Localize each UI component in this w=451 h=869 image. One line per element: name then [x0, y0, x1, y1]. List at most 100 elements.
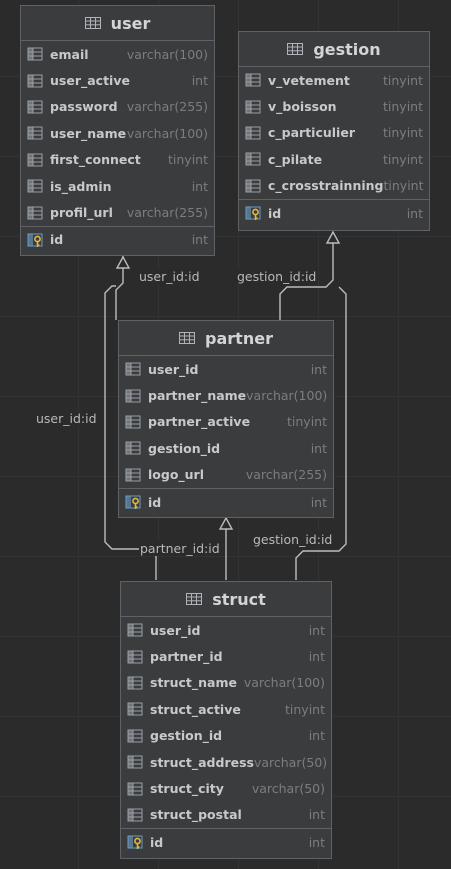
column-icon [125, 362, 141, 376]
column-icon [127, 676, 143, 690]
column-row[interactable]: c_crosstrainning tinyint [239, 173, 429, 199]
column-name: user_name [50, 125, 127, 141]
column-type: varchar(255) [126, 205, 208, 221]
primary-key-icon [27, 233, 43, 247]
column-type: varchar(50) [253, 754, 328, 770]
column-icon [127, 650, 143, 664]
table-icon [287, 43, 304, 55]
arrowhead-gestion [325, 230, 341, 244]
entity-struct[interactable]: struct user_id int partner_id int struct… [120, 581, 332, 859]
column-icon [27, 74, 43, 88]
column-row[interactable]: v_vetement tinyint [239, 67, 429, 93]
column-type: int [310, 361, 327, 377]
primary-key-row[interactable]: id int [21, 225, 214, 253]
column-name: id [150, 834, 164, 850]
column-name: partner_id [150, 649, 223, 665]
column-icon [127, 729, 143, 743]
column-name: partner_active [148, 414, 251, 430]
table-icon [84, 17, 101, 29]
column-row[interactable]: user_name varchar(100) [21, 120, 214, 146]
column-name: v_vetement [268, 72, 350, 88]
column-list: user_id int partner_name varchar(100) pa… [119, 356, 333, 515]
column-type: int [308, 728, 325, 744]
column-icon [127, 808, 143, 822]
column-name: id [268, 205, 282, 221]
entity-title: user [110, 13, 151, 33]
column-row[interactable]: partner_id int [121, 643, 331, 669]
column-icon [127, 623, 143, 637]
column-type: tinyint [287, 414, 327, 430]
column-name: c_crosstrainning [268, 178, 384, 194]
column-icon [27, 126, 43, 140]
column-list: user_id int partner_id int struct_name v… [121, 617, 331, 856]
column-row[interactable]: profil_url varchar(255) [21, 199, 214, 225]
column-row[interactable]: c_pilate tinyint [239, 146, 429, 172]
column-name: is_admin [50, 178, 112, 194]
column-row[interactable]: struct_name varchar(100) [121, 670, 331, 696]
column-type: int [310, 494, 327, 510]
column-name: struct_active [150, 701, 241, 717]
column-icon [27, 47, 43, 61]
primary-key-row[interactable]: id int [239, 198, 429, 226]
column-icon [27, 100, 43, 114]
column-type: varchar(255) [245, 467, 327, 483]
column-name: user_id [148, 361, 199, 377]
column-type: tinyint [285, 701, 325, 717]
column-row[interactable]: partner_active tinyint [119, 409, 333, 435]
column-row[interactable]: user_active int [21, 67, 214, 93]
column-row[interactable]: struct_address varchar(50) [121, 749, 331, 775]
column-icon [125, 415, 141, 429]
arrowhead-partner [218, 516, 234, 530]
column-type: tinyint [383, 125, 423, 141]
entity-title: struct [212, 589, 266, 609]
column-name: id [148, 494, 162, 510]
entity-partner[interactable]: partner user_id int partner_name varchar… [118, 320, 334, 518]
column-row[interactable]: user_id int [121, 617, 331, 643]
column-row[interactable]: partner_name varchar(100) [119, 382, 333, 408]
column-icon [125, 389, 141, 403]
primary-key-row[interactable]: id int [119, 487, 333, 515]
column-type: int [191, 73, 208, 89]
column-row[interactable]: password varchar(255) [21, 94, 214, 120]
column-name: partner_name [148, 388, 247, 404]
column-type: tinyint [168, 152, 208, 168]
column-type: int [406, 205, 423, 221]
entity-title: partner [205, 328, 273, 348]
column-icon [27, 179, 43, 193]
column-row[interactable]: struct_active tinyint [121, 696, 331, 722]
entity-user[interactable]: user email varchar(100) user_active int … [20, 5, 215, 256]
column-row[interactable]: struct_city varchar(50) [121, 775, 331, 801]
column-row[interactable]: gestion_id int [121, 723, 331, 749]
entity-header: gestion [239, 32, 429, 67]
column-type: tinyint [383, 72, 423, 88]
primary-key-icon [127, 835, 143, 850]
relation-label-struct-user: user_id:id [35, 411, 98, 426]
column-row[interactable]: email varchar(100) [21, 41, 214, 67]
column-row[interactable]: first_connect tinyint [21, 147, 214, 173]
column-icon [125, 441, 141, 455]
column-type: varchar(100) [246, 388, 328, 404]
column-row[interactable]: c_particulier tinyint [239, 120, 429, 146]
column-icon [245, 126, 261, 140]
column-row[interactable]: logo_url varchar(255) [119, 462, 333, 488]
column-list: email varchar(100) user_active int passw… [21, 41, 214, 253]
column-type: varchar(50) [251, 781, 325, 797]
column-list: v_vetement tinyint v_boisson tinyint c_p… [239, 67, 429, 226]
column-type: tinyint [383, 151, 423, 167]
column-icon [245, 152, 261, 166]
primary-key-row[interactable]: id int [121, 828, 331, 855]
relation-label-struct-partner: partner_id:id [139, 541, 221, 556]
entity-gestion[interactable]: gestion v_vetement tinyint v_boisson tin… [238, 31, 430, 231]
column-name: c_particulier [268, 125, 355, 141]
column-row[interactable]: v_boisson tinyint [239, 93, 429, 119]
column-type: tinyint [383, 99, 423, 115]
column-row[interactable]: gestion_id int [119, 435, 333, 461]
column-row[interactable]: is_admin int [21, 173, 214, 199]
column-type: int [191, 232, 208, 248]
arrowhead-user [115, 255, 131, 269]
column-row[interactable]: user_id int [119, 356, 333, 382]
primary-key-icon [245, 206, 261, 221]
column-row[interactable]: struct_postal int [121, 802, 331, 828]
column-name: user_active [50, 73, 130, 89]
column-type: varchar(100) [126, 125, 208, 141]
